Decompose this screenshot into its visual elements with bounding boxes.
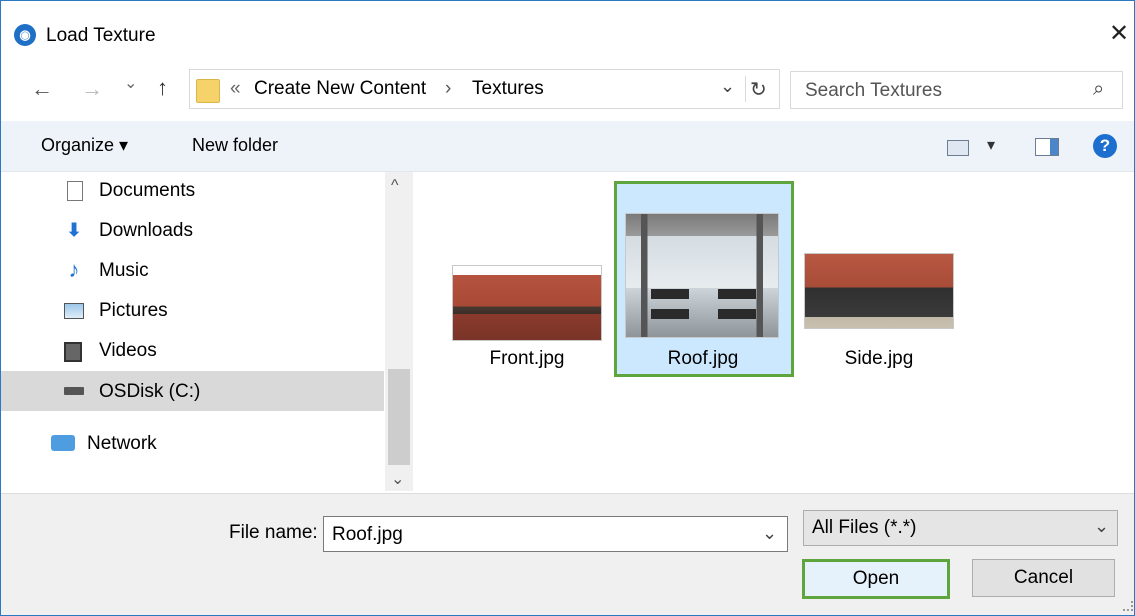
sidebar-item-label: Music xyxy=(99,260,149,281)
sidebar-item-downloads[interactable]: ⬇ Downloads xyxy=(1,212,384,250)
file-thumbnail-roof xyxy=(625,213,779,338)
help-icon[interactable]: ? xyxy=(1093,134,1117,158)
sidebar-item-osdisk[interactable]: OSDisk (C:) xyxy=(1,371,384,411)
scrollbar-thumb[interactable] xyxy=(388,369,410,465)
video-film-icon xyxy=(64,342,82,362)
file-item-front[interactable] xyxy=(452,265,602,341)
recent-locations-chevron-icon[interactable]: ⌄ xyxy=(124,73,137,93)
file-type-dropdown-icon[interactable]: ⌄ xyxy=(1094,516,1109,537)
file-name-roof[interactable]: Roof.jpg xyxy=(647,348,759,370)
preview-pane-icon[interactable] xyxy=(1035,138,1059,156)
navigation-pane: Documents ⬇ Downloads ♪ Music Pictures V… xyxy=(1,172,384,491)
sidebar-item-videos[interactable]: Videos xyxy=(1,332,384,370)
up-arrow-icon[interactable]: ↑ xyxy=(157,75,168,101)
breadcrumb-item-create-new-content[interactable]: Create New Content xyxy=(254,78,426,100)
dialog-title: Load Texture xyxy=(46,25,156,46)
search-input[interactable]: Search Textures xyxy=(805,80,942,102)
preview-pane-icon-fill xyxy=(1050,139,1058,155)
back-arrow-icon[interactable]: ← xyxy=(31,76,53,102)
file-type-select[interactable]: All Files (*.*) ⌄ xyxy=(803,510,1118,546)
download-arrow-icon: ⬇ xyxy=(66,220,82,240)
sidebar-item-pictures[interactable]: Pictures xyxy=(1,292,384,330)
scroll-down-icon[interactable]: ⌄ xyxy=(391,469,404,489)
file-name-side[interactable]: Side.jpg xyxy=(823,348,935,370)
address-divider xyxy=(745,76,746,102)
sidebar-item-label: Videos xyxy=(99,340,157,361)
file-name-label: File name: xyxy=(229,522,318,543)
roof-detail-3 xyxy=(651,309,689,319)
address-dropdown-icon[interactable]: ⌄ xyxy=(720,76,735,97)
breadcrumb-item-textures[interactable]: Textures xyxy=(472,78,544,100)
file-name-dropdown-icon[interactable]: ⌄ xyxy=(762,523,777,544)
sidebar-item-label: Downloads xyxy=(99,220,193,241)
folder-icon xyxy=(196,79,220,103)
new-folder-button[interactable]: New folder xyxy=(192,135,278,156)
sidebar-item-music[interactable]: ♪ Music xyxy=(1,252,384,290)
view-options-chevron-icon[interactable]: ▾ xyxy=(987,135,995,155)
file-thumbnail-front xyxy=(452,265,602,341)
music-note-icon: ♪ xyxy=(68,257,80,282)
sidebar-item-label: Documents xyxy=(99,180,196,201)
file-item-side[interactable] xyxy=(804,253,954,329)
sidebar-item-label: Network xyxy=(87,433,157,454)
refresh-icon[interactable]: ↻ xyxy=(750,77,767,102)
document-icon xyxy=(67,181,83,201)
sidebar-item-network[interactable]: Network xyxy=(1,425,384,463)
roof-detail-2 xyxy=(718,289,756,299)
roof-detail-1 xyxy=(651,289,689,299)
sidebar-item-label: Pictures xyxy=(99,300,168,321)
breadcrumb-overflow-icon[interactable]: « xyxy=(230,78,241,100)
file-thumbnail-side xyxy=(804,253,954,329)
forward-arrow-icon[interactable]: → xyxy=(81,76,103,102)
sidebar-item-documents[interactable]: Documents xyxy=(1,172,384,210)
change-view-icon[interactable] xyxy=(947,140,969,156)
load-texture-dialog: ◉ Load Texture ✕ ← → ⌄ ↑ « Create New Co… xyxy=(0,0,1135,616)
file-name-front[interactable]: Front.jpg xyxy=(471,348,583,370)
roof-detail-4 xyxy=(718,309,756,319)
file-type-value: All Files (*.*) xyxy=(812,517,917,538)
file-name-input[interactable]: Roof.jpg xyxy=(332,524,403,546)
organize-menu-button[interactable]: Organize ▾ xyxy=(41,135,128,156)
resize-grip-icon[interactable] xyxy=(1123,601,1133,611)
scroll-up-icon[interactable]: ^ xyxy=(391,177,399,195)
breadcrumb-separator-icon[interactable]: › xyxy=(445,78,451,100)
close-icon[interactable]: ✕ xyxy=(1109,19,1129,48)
pictures-icon xyxy=(64,303,84,319)
file-name-field[interactable]: Roof.jpg ⌄ xyxy=(323,516,788,552)
drive-icon xyxy=(64,387,84,395)
open-button[interactable]: Open xyxy=(802,559,950,599)
search-box[interactable]: Search Textures ⌕ xyxy=(790,71,1123,109)
search-icon[interactable]: ⌕ xyxy=(1093,78,1104,101)
cancel-button[interactable]: Cancel xyxy=(972,559,1115,597)
sidebar-item-label: OSDisk (C:) xyxy=(99,381,201,402)
address-bar[interactable]: « Create New Content › Textures ⌄ ↻ xyxy=(189,69,780,109)
network-icon xyxy=(51,435,75,451)
app-icon-glyph: ◉ xyxy=(19,27,31,42)
app-icon: ◉ xyxy=(14,24,36,46)
